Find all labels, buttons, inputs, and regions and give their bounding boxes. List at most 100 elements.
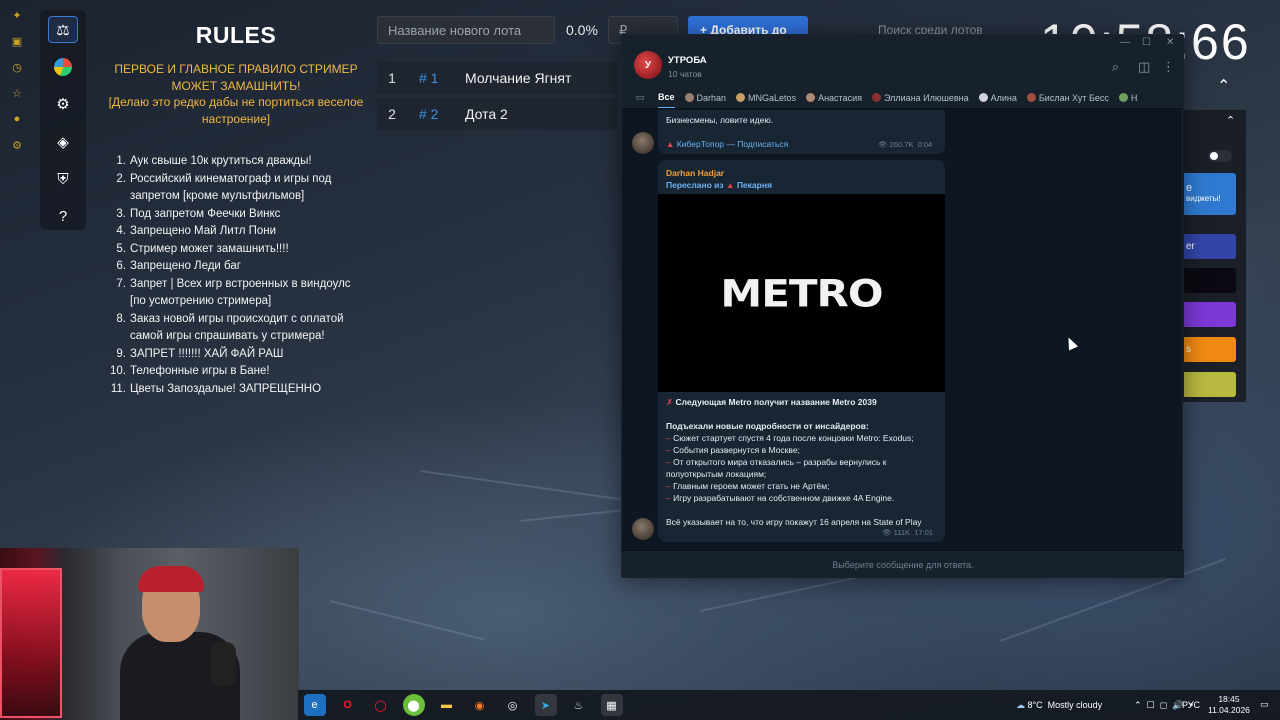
stats-button[interactable] — [48, 53, 78, 80]
more-options-icon[interactable]: ⋮ — [1162, 59, 1175, 75]
message-bubble[interactable]: Бизнесмены, ловите идею. ▲ КиберТопор — … — [658, 110, 945, 154]
firefox-icon[interactable]: ◉ — [469, 694, 491, 716]
chat-subtitle: 10 чатов — [668, 69, 702, 79]
rule-item: 1. Аук свыше 10к крутиться дважды! — [116, 155, 312, 167]
opera-icon[interactable]: O — [337, 694, 359, 716]
chat-title: УТРОБА — [668, 55, 707, 66]
tab-darhan[interactable]: Darhan — [684, 93, 726, 103]
metro-image[interactable]: METRO — [658, 194, 945, 392]
folders-icon[interactable]: ▭ — [622, 92, 658, 103]
tab-anastasia[interactable]: Анастасия — [806, 93, 862, 103]
message-text: Бизнесмены, ловите идею. — [666, 115, 774, 125]
widget-button-4[interactable] — [1184, 302, 1236, 327]
clapper-icon[interactable]: ▦ — [600, 694, 623, 716]
settings-icon[interactable]: ⚙ — [8, 136, 26, 154]
telegram-icon[interactable]: ➤ — [534, 694, 557, 716]
widget-button-5[interactable]: s — [1184, 337, 1236, 362]
main-rule: ПЕРВОЕ И ГЛАВНОЕ ПРАВИЛО СТРИМЕР МОЖЕТ З… — [96, 61, 376, 127]
chat-avatar[interactable]: У — [634, 51, 662, 79]
apps-icon[interactable]: ● — [8, 110, 26, 128]
edge-icon[interactable]: e — [303, 694, 326, 716]
maximize-icon[interactable]: ☐ — [1142, 37, 1151, 48]
briefcase-icon[interactable]: ▣ — [8, 32, 26, 50]
toggle-switch[interactable] — [1208, 150, 1232, 162]
language-indicator[interactable]: РУС — [1182, 700, 1200, 710]
main-rule-note: [Делаю это редко дабы не портиться весел… — [108, 95, 364, 126]
lot-name: Дота 2 — [465, 106, 508, 122]
rule-item: 2. Российский кинематограф и игры под зап… — [116, 172, 332, 203]
widget-button-3[interactable] — [1184, 268, 1236, 293]
layers-icon: ◈ — [57, 133, 69, 151]
shield-icon: ⛨ — [57, 170, 69, 188]
widget-button-2[interactable]: er — [1184, 234, 1236, 259]
shield-button[interactable]: ⛨ — [48, 165, 78, 192]
star-icon[interactable]: ☆ — [8, 84, 26, 102]
webcam-overlay — [0, 548, 299, 720]
notifications-icon[interactable]: ▭ — [1260, 699, 1269, 710]
steam-icon[interactable]: ♨ — [568, 694, 590, 716]
message-author[interactable]: Darhan Hadjar — [666, 167, 724, 179]
widget-button-1[interactable]: е виджеты! — [1184, 173, 1236, 215]
rule-item: 11. Цветы Запоздалые! ЗАПРЕЩЕННО — [110, 382, 322, 395]
file-explorer-icon[interactable]: ▬ — [436, 694, 458, 716]
pc-case — [0, 568, 62, 718]
settings-button[interactable]: ⚙ — [48, 91, 78, 118]
lot-name: Молчание Ягнят — [465, 70, 572, 86]
lot-id: # 2 — [419, 106, 439, 122]
chevron-up-icon[interactable]: ⌃ — [1226, 114, 1235, 127]
tab-bislan[interactable]: Бислан Хут Бесс — [1026, 93, 1109, 103]
close-icon[interactable]: ✕ — [1166, 37, 1174, 48]
history-icon[interactable]: ◷ — [8, 58, 26, 76]
rule-item: 3. Под запретом Феечки Винкс — [116, 207, 281, 220]
sidebar-toggle-icon[interactable]: ◫ — [1138, 59, 1150, 75]
microphone — [210, 642, 236, 686]
message-list: Бизнесмены, ловите идею. ▲ КиберТопор — … — [622, 110, 1184, 550]
minimize-icon[interactable]: — — [1120, 37, 1130, 48]
telegram-window: — ☐ ✕ У УТРОБА 10 чатов ⌕ ◫ ⋮ ▭ Все Darh… — [621, 34, 1184, 578]
help-button[interactable]: ? — [48, 203, 78, 230]
rules-panel: RULES ПЕРВОЕ И ГЛАВНОЕ ПРАВИЛО СТРИМЕР М… — [96, 22, 376, 398]
auction-logo-button[interactable]: ⚖ — [48, 16, 78, 44]
rule-item: 4. Запрещено Май Литл Пони — [116, 225, 277, 237]
tab-more[interactable]: Н — [1118, 93, 1137, 103]
rules-title: RULES — [195, 22, 277, 48]
tab-all[interactable]: Все — [658, 87, 675, 108]
chat-header: — ☐ ✕ У УТРОБА 10 чатов ⌕ ◫ ⋮ — [622, 35, 1184, 87]
rule-item: 10. Телефонные игры в Бане! — [110, 365, 270, 377]
percent-value: 0.0% — [566, 22, 598, 38]
tab-mngaletos[interactable]: MNGaLetos — [736, 93, 796, 103]
gear-icon: ⚙ — [56, 96, 70, 114]
pie-chart-icon — [54, 58, 72, 77]
subscribe-link[interactable]: ▲ КиберТопор — Подписаться — [666, 138, 788, 150]
rule-item: 7. Запрет | Всех игр встроенных в виндоул… — [116, 277, 351, 308]
lot-id: # 1 — [419, 70, 439, 86]
sender-avatar[interactable] — [632, 132, 654, 154]
rules-list: 1. Аук свыше 10к крутиться дважды! 2. Росс… — [96, 153, 376, 398]
forwarded-from[interactable]: Переслано из ▲ Пекарня — [666, 179, 772, 191]
reply-placeholder: Выберите сообщение для ответа. — [622, 550, 1184, 578]
opera-gx-icon[interactable]: ◯ — [370, 694, 392, 716]
lot-row[interactable]: 2 # 2 Дота 2 — [377, 98, 617, 130]
app-icon[interactable]: ⬤ — [402, 694, 425, 716]
rule-item: 5. Стример может замашнить!!!! — [116, 242, 289, 255]
background-streak — [329, 600, 486, 641]
help-icon: ? — [58, 207, 68, 225]
widget-button-6[interactable] — [1184, 372, 1236, 397]
new-lot-input[interactable]: Название нового лота — [377, 16, 555, 44]
sender-avatar[interactable] — [632, 518, 654, 540]
lot-number: 1 — [388, 70, 396, 86]
search-icon[interactable]: ⌕ — [1112, 59, 1119, 75]
weather-widget[interactable]: ☁ 8°C Mostly cloudy — [1016, 700, 1102, 711]
clock[interactable]: 18:45 11.04.2026 — [1208, 694, 1250, 716]
tab-elliana[interactable]: Эллиана Илюшевна — [871, 93, 969, 103]
layers-button[interactable]: ◈ — [48, 128, 78, 155]
rule-item: 9. ЗАПРЕТ !!!!!!! ХАЙ ФАЙ РАШ — [116, 347, 284, 360]
lot-row[interactable]: 1 # 1 Молчание Ягнят — [377, 62, 617, 94]
rule-item: 8. Заказ новой игры происходит с оплатой … — [116, 312, 344, 343]
collapse-chevron-icon[interactable]: ⌃ — [1217, 76, 1230, 96]
main-rule-text: ПЕРВОЕ И ГЛАВНОЕ ПРАВИЛО СТРИМЕР МОЖЕТ З… — [114, 62, 358, 93]
tab-alina[interactable]: Алина — [978, 93, 1017, 103]
app-sidebar: ⚖ ⚙ ◈ ⛨ ? — [40, 10, 86, 230]
sparkle-icon[interactable]: ✦ — [8, 6, 26, 24]
obs-icon[interactable]: ◎ — [502, 694, 524, 716]
